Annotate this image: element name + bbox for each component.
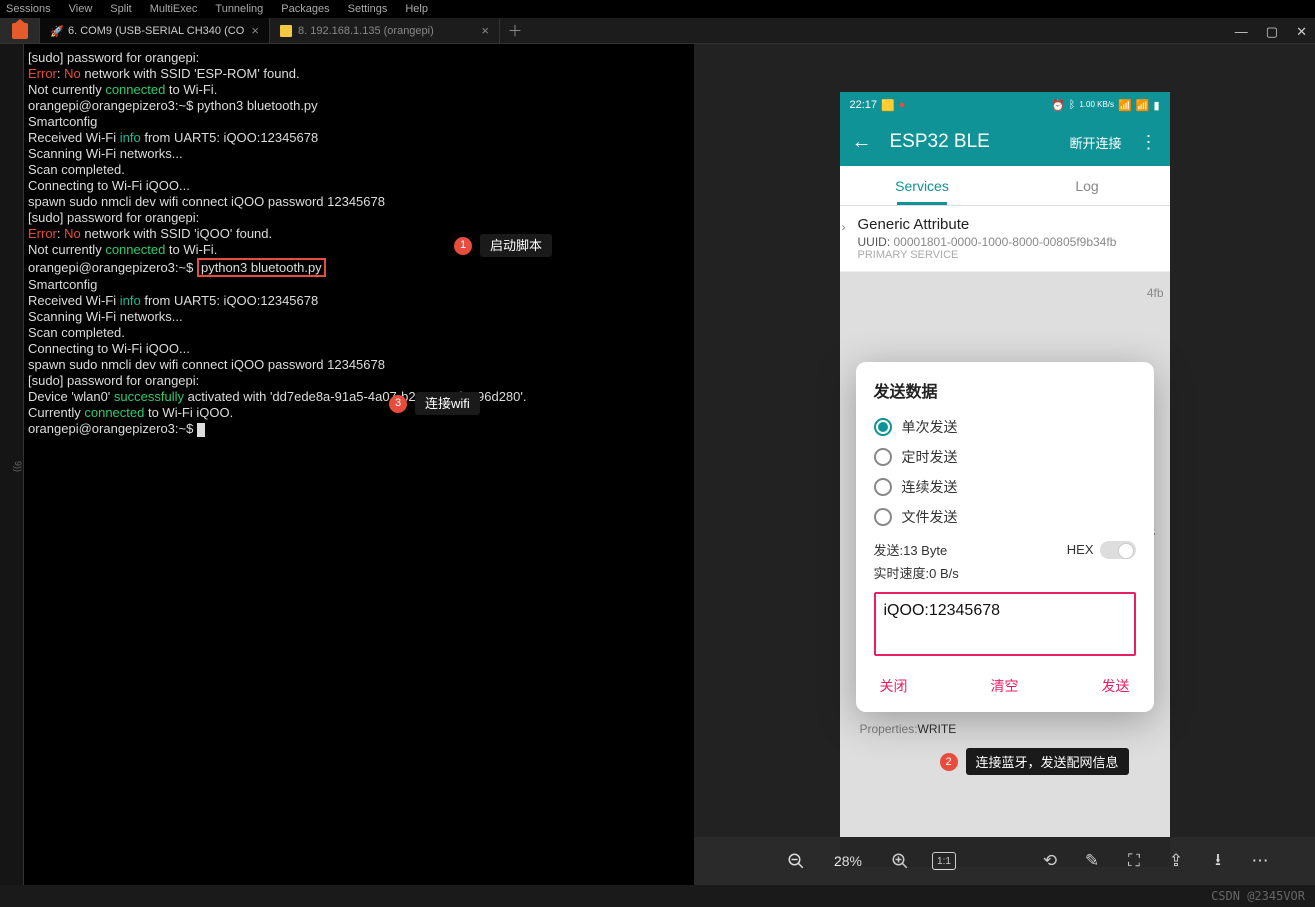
toggle-switch[interactable] xyxy=(1100,541,1136,559)
back-icon[interactable]: ← xyxy=(852,131,872,154)
close-button[interactable]: ✕ xyxy=(1296,24,1307,40)
status-rec-icon: ● xyxy=(899,99,906,111)
tab-label: 8. 192.168.1.135 (orangepi) xyxy=(298,25,434,37)
home-tab[interactable] xyxy=(0,18,40,43)
menu-tunneling[interactable]: Tunneling xyxy=(215,3,263,15)
radio-dot-icon xyxy=(874,508,892,526)
phone-appbar: ← ESP32 BLE 断开连接 ⋮ xyxy=(840,118,1170,166)
menu-packages[interactable]: Packages xyxy=(281,3,329,15)
radio-single-send[interactable]: 单次发送 xyxy=(874,412,1136,442)
radio-file-send[interactable]: 文件发送 xyxy=(874,502,1136,532)
home-icon xyxy=(12,23,28,39)
annotation-1-label: 启动脚本 xyxy=(480,234,552,257)
more-options-icon[interactable]: ⋯ xyxy=(1250,851,1270,871)
send-byte-count: 发送:13 Byte xyxy=(874,540,948,559)
tab-label: 6. COM9 (USB-SERIAL CH340 (CO xyxy=(68,25,244,37)
cursor xyxy=(197,423,205,437)
zoom-out-icon[interactable] xyxy=(786,851,806,871)
ssh-icon xyxy=(280,25,292,37)
menu-settings[interactable]: Settings xyxy=(348,3,388,15)
badge-2: 2 xyxy=(940,753,958,771)
badge-1: 1 xyxy=(454,237,472,255)
uuid-fragment: 4fb xyxy=(1147,286,1164,300)
chevron-right-icon: › xyxy=(842,220,846,234)
menu-split[interactable]: Split xyxy=(110,3,131,15)
dialog-close-button[interactable]: 关闭 xyxy=(880,676,908,696)
preview-pane: 22:17 🟨 ● ⏰ ᛒ 1.00 KB/s 📶 📶 ▮ ← ESP32 BL… xyxy=(694,44,1315,885)
app-title: ESP32 BLE xyxy=(890,131,1052,153)
download-icon[interactable]: ⭳ xyxy=(1208,851,1228,871)
dialog-clear-button[interactable]: 清空 xyxy=(991,676,1019,696)
service-uuid: UUID: 00001801-0000-1000-8000-00805f9b34… xyxy=(858,235,1152,249)
menu-view[interactable]: View xyxy=(69,3,93,15)
tab-ssh[interactable]: 8. 192.168.1.135 (orangepi) × xyxy=(270,18,500,43)
status-time: 22:17 xyxy=(850,99,878,111)
alarm-icon: ⏰ xyxy=(1051,99,1065,112)
bluetooth-icon: ᛒ xyxy=(1069,99,1076,111)
phone-tabs: Services Log xyxy=(840,166,1170,206)
phone-screenshot: 22:17 🟨 ● ⏰ ᛒ 1.00 KB/s 📶 📶 ▮ ← ESP32 BL… xyxy=(840,92,1170,867)
terminal-output[interactable]: [sudo] password for orangepi: Error: No … xyxy=(24,44,694,885)
radio-continuous-send[interactable]: 连续发送 xyxy=(874,472,1136,502)
menu-sessions[interactable]: Sessions xyxy=(6,3,51,15)
net-speed: 1.00 KB/s xyxy=(1079,101,1114,109)
service-generic-attribute[interactable]: › Generic Attribute UUID: 00001801-0000-… xyxy=(840,206,1170,272)
menubar: Sessions View Split MultiExec Tunneling … xyxy=(0,0,1315,18)
watermark: CSDN @2345VOR xyxy=(1211,889,1305,903)
annotation-2: 2 连接蓝牙，发送配网信息 xyxy=(940,748,1129,775)
menu-multiexec[interactable]: MultiExec xyxy=(150,3,198,15)
send-input[interactable]: iQOO:12345678 xyxy=(874,592,1136,656)
serial-icon: 🚀 xyxy=(50,25,62,37)
wifi-icon: 📶 xyxy=(1136,99,1150,112)
send-data-dialog: 发送数据 单次发送 定时发送 连续发送 文件发送 发送:13 Byte HEX … xyxy=(856,362,1154,712)
badge-3: 3 xyxy=(389,395,407,413)
minimize-button[interactable]: — xyxy=(1235,24,1248,40)
highlighted-command: python3 bluetooth.py xyxy=(197,258,326,277)
radio-timed-send[interactable]: 定时发送 xyxy=(874,442,1136,472)
radio-dot-icon xyxy=(874,418,892,436)
menu-help[interactable]: Help xyxy=(405,3,428,15)
tab-close-icon[interactable]: × xyxy=(251,23,259,38)
more-icon[interactable]: ⋮ xyxy=(1140,132,1158,153)
left-gutter: 9)) xyxy=(0,44,24,885)
battery-icon: ▮ xyxy=(1153,99,1159,112)
annotation-3-label: 连接wifi xyxy=(415,392,480,415)
annotation-3: 3 连接wifi xyxy=(389,392,480,415)
annotation-1: 1 启动脚本 xyxy=(454,234,552,257)
tab-log[interactable]: Log xyxy=(1005,166,1170,205)
hex-toggle[interactable]: HEX xyxy=(1067,541,1136,559)
service-partial: 4fb xyxy=(840,272,1170,314)
tab-strip: 🚀 6. COM9 (USB-SERIAL CH340 (CO × 8. 192… xyxy=(0,18,1315,44)
dialog-title: 发送数据 xyxy=(874,378,1136,402)
tab-close-icon[interactable]: × xyxy=(481,23,489,38)
new-tab-button[interactable]: ＋ xyxy=(500,18,530,43)
maximize-button[interactable]: ▢ xyxy=(1266,24,1278,40)
dialog-send-button[interactable]: 发送 xyxy=(1102,676,1130,696)
signal-5g-icon: 📶 xyxy=(1118,99,1132,112)
phone-statusbar: 22:17 🟨 ● ⏰ ᛒ 1.00 KB/s 📶 📶 ▮ xyxy=(840,92,1170,118)
status-app-icon: 🟨 xyxy=(881,99,895,112)
realtime-speed: 实时速度:0 B/s xyxy=(874,563,1136,582)
annotation-2-label: 连接蓝牙，发送配网信息 xyxy=(966,748,1129,775)
disconnect-button[interactable]: 断开连接 xyxy=(1069,133,1121,152)
tab-com9[interactable]: 🚀 6. COM9 (USB-SERIAL CH340 (CO × xyxy=(40,18,270,43)
service-name: Generic Attribute xyxy=(858,216,1152,233)
window-controls: — ▢ ✕ xyxy=(1235,24,1307,40)
tab-services[interactable]: Services xyxy=(840,166,1005,205)
service-primary: PRIMARY SERVICE xyxy=(858,249,1152,261)
radio-dot-icon xyxy=(874,478,892,496)
radio-dot-icon xyxy=(874,448,892,466)
